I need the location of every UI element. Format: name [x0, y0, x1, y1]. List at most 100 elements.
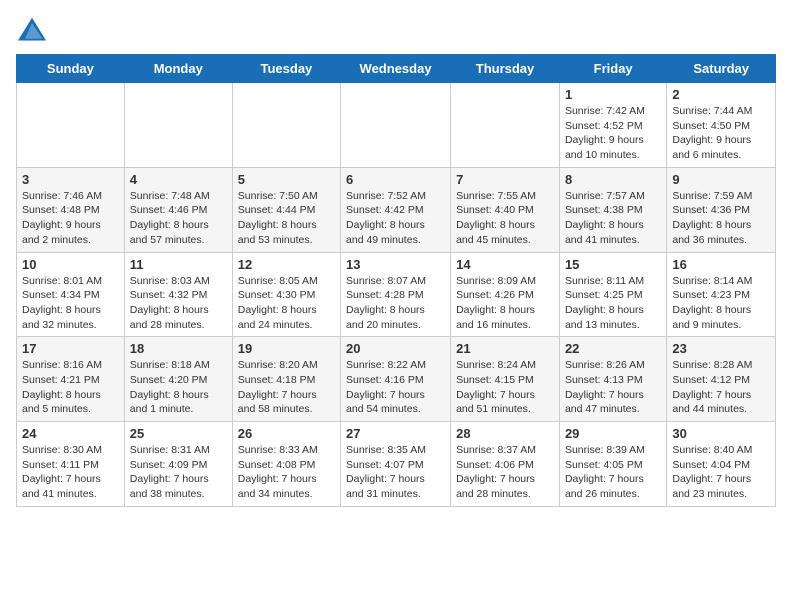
day-number: 8 — [565, 172, 661, 187]
calendar-cell: 24 Sunrise: 8:30 AM Sunset: 4:11 PM Dayli… — [17, 422, 125, 507]
day-info: Sunrise: 8:16 AM Sunset: 4:21 PM Dayligh… — [22, 358, 119, 417]
day-info: Sunrise: 8:01 AM Sunset: 4:34 PM Dayligh… — [22, 274, 119, 333]
day-number: 20 — [346, 341, 445, 356]
day-number: 14 — [456, 257, 554, 272]
day-number: 28 — [456, 426, 554, 441]
logo-icon — [16, 16, 48, 44]
day-info: Sunrise: 7:48 AM Sunset: 4:46 PM Dayligh… — [130, 189, 227, 248]
day-number: 26 — [238, 426, 335, 441]
calendar-cell: 27 Sunrise: 8:35 AM Sunset: 4:07 PM Dayli… — [341, 422, 451, 507]
calendar-cell: 23 Sunrise: 8:28 AM Sunset: 4:12 PM Dayli… — [667, 337, 776, 422]
calendar-table: SundayMondayTuesdayWednesdayThursdayFrid… — [16, 54, 776, 507]
calendar-header: SundayMondayTuesdayWednesdayThursdayFrid… — [17, 55, 776, 83]
day-number: 22 — [565, 341, 661, 356]
calendar-cell: 18 Sunrise: 8:18 AM Sunset: 4:20 PM Dayli… — [124, 337, 232, 422]
day-info: Sunrise: 8:22 AM Sunset: 4:16 PM Dayligh… — [346, 358, 445, 417]
calendar-cell — [232, 83, 340, 168]
calendar-cell: 20 Sunrise: 8:22 AM Sunset: 4:16 PM Dayli… — [341, 337, 451, 422]
day-info: Sunrise: 7:46 AM Sunset: 4:48 PM Dayligh… — [22, 189, 119, 248]
day-info: Sunrise: 8:31 AM Sunset: 4:09 PM Dayligh… — [130, 443, 227, 502]
day-info: Sunrise: 8:05 AM Sunset: 4:30 PM Dayligh… — [238, 274, 335, 333]
day-number: 9 — [672, 172, 770, 187]
day-info: Sunrise: 7:50 AM Sunset: 4:44 PM Dayligh… — [238, 189, 335, 248]
day-number: 29 — [565, 426, 661, 441]
calendar-cell — [124, 83, 232, 168]
day-number: 2 — [672, 87, 770, 102]
day-number: 25 — [130, 426, 227, 441]
day-info: Sunrise: 8:39 AM Sunset: 4:05 PM Dayligh… — [565, 443, 661, 502]
calendar-cell: 21 Sunrise: 8:24 AM Sunset: 4:15 PM Dayli… — [451, 337, 560, 422]
calendar-row-4: 24 Sunrise: 8:30 AM Sunset: 4:11 PM Dayli… — [17, 422, 776, 507]
logo — [16, 16, 52, 44]
day-number: 3 — [22, 172, 119, 187]
day-info: Sunrise: 8:37 AM Sunset: 4:06 PM Dayligh… — [456, 443, 554, 502]
calendar-cell: 19Sunrise: 8:20 AM Sunset: 4:18 PM Dayli… — [232, 337, 340, 422]
header-sunday: Sunday — [17, 55, 125, 83]
day-info: Sunrise: 7:52 AM Sunset: 4:42 PM Dayligh… — [346, 189, 445, 248]
day-number: 17 — [22, 341, 119, 356]
calendar-row-1: 3 Sunrise: 7:46 AM Sunset: 4:48 PM Daylig… — [17, 167, 776, 252]
calendar-cell — [17, 83, 125, 168]
day-number: 23 — [672, 341, 770, 356]
day-info: Sunrise: 7:59 AM Sunset: 4:36 PM Dayligh… — [672, 189, 770, 248]
calendar-cell: 1 Sunrise: 7:42 AM Sunset: 4:52 PM Daylig… — [559, 83, 666, 168]
calendar-cell: 17 Sunrise: 8:16 AM Sunset: 4:21 PM Dayli… — [17, 337, 125, 422]
day-number: 4 — [130, 172, 227, 187]
header-friday: Friday — [559, 55, 666, 83]
calendar-body: 1 Sunrise: 7:42 AM Sunset: 4:52 PM Daylig… — [17, 83, 776, 507]
header-wednesday: Wednesday — [341, 55, 451, 83]
calendar-cell: 10 Sunrise: 8:01 AM Sunset: 4:34 PM Dayli… — [17, 252, 125, 337]
day-number: 18 — [130, 341, 227, 356]
calendar-row-2: 10 Sunrise: 8:01 AM Sunset: 4:34 PM Dayli… — [17, 252, 776, 337]
day-info: Sunrise: 7:42 AM Sunset: 4:52 PM Dayligh… — [565, 104, 661, 163]
calendar-row-0: 1 Sunrise: 7:42 AM Sunset: 4:52 PM Daylig… — [17, 83, 776, 168]
day-info: Sunrise: 8:30 AM Sunset: 4:11 PM Dayligh… — [22, 443, 119, 502]
calendar-cell: 3 Sunrise: 7:46 AM Sunset: 4:48 PM Daylig… — [17, 167, 125, 252]
calendar-cell: 16 Sunrise: 8:14 AM Sunset: 4:23 PM Dayli… — [667, 252, 776, 337]
page-header — [16, 16, 776, 44]
day-number: 10 — [22, 257, 119, 272]
day-info: Sunrise: 8:11 AM Sunset: 4:25 PM Dayligh… — [565, 274, 661, 333]
calendar-cell — [451, 83, 560, 168]
calendar-cell: 11Sunrise: 8:03 AM Sunset: 4:32 PM Dayli… — [124, 252, 232, 337]
day-number: 7 — [456, 172, 554, 187]
day-info: Sunrise: 8:33 AM Sunset: 4:08 PM Dayligh… — [238, 443, 335, 502]
day-number: 21 — [456, 341, 554, 356]
calendar-cell: 25 Sunrise: 8:31 AM Sunset: 4:09 PM Dayli… — [124, 422, 232, 507]
calendar-cell: 30 Sunrise: 8:40 AM Sunset: 4:04 PM Dayli… — [667, 422, 776, 507]
day-number: 15 — [565, 257, 661, 272]
calendar-cell: 29 Sunrise: 8:39 AM Sunset: 4:05 PM Dayli… — [559, 422, 666, 507]
day-info: Sunrise: 8:40 AM Sunset: 4:04 PM Dayligh… — [672, 443, 770, 502]
calendar-row-3: 17 Sunrise: 8:16 AM Sunset: 4:21 PM Dayli… — [17, 337, 776, 422]
calendar-cell: 6 Sunrise: 7:52 AM Sunset: 4:42 PM Daylig… — [341, 167, 451, 252]
day-number: 6 — [346, 172, 445, 187]
day-number: 24 — [22, 426, 119, 441]
day-number: 12 — [238, 257, 335, 272]
day-info: Sunrise: 8:26 AM Sunset: 4:13 PM Dayligh… — [565, 358, 661, 417]
day-info: Sunrise: 8:28 AM Sunset: 4:12 PM Dayligh… — [672, 358, 770, 417]
calendar-cell: 22 Sunrise: 8:26 AM Sunset: 4:13 PM Dayli… — [559, 337, 666, 422]
header-tuesday: Tuesday — [232, 55, 340, 83]
header-row: SundayMondayTuesdayWednesdayThursdayFrid… — [17, 55, 776, 83]
day-info: Sunrise: 8:18 AM Sunset: 4:20 PM Dayligh… — [130, 358, 227, 417]
day-number: 11 — [130, 257, 227, 272]
day-number: 27 — [346, 426, 445, 441]
calendar-cell: 28 Sunrise: 8:37 AM Sunset: 4:06 PM Dayli… — [451, 422, 560, 507]
calendar-cell: 26 Sunrise: 8:33 AM Sunset: 4:08 PM Dayli… — [232, 422, 340, 507]
day-info: Sunrise: 8:14 AM Sunset: 4:23 PM Dayligh… — [672, 274, 770, 333]
calendar-cell: 12 Sunrise: 8:05 AM Sunset: 4:30 PM Dayli… — [232, 252, 340, 337]
day-number: 16 — [672, 257, 770, 272]
calendar-cell — [341, 83, 451, 168]
header-monday: Monday — [124, 55, 232, 83]
calendar-cell: 7Sunrise: 7:55 AM Sunset: 4:40 PM Daylig… — [451, 167, 560, 252]
header-saturday: Saturday — [667, 55, 776, 83]
day-info: Sunrise: 8:35 AM Sunset: 4:07 PM Dayligh… — [346, 443, 445, 502]
calendar-cell: 13Sunrise: 8:07 AM Sunset: 4:28 PM Dayli… — [341, 252, 451, 337]
day-number: 1 — [565, 87, 661, 102]
day-info: Sunrise: 8:24 AM Sunset: 4:15 PM Dayligh… — [456, 358, 554, 417]
day-info: Sunrise: 7:44 AM Sunset: 4:50 PM Dayligh… — [672, 104, 770, 163]
calendar-cell: 15 Sunrise: 8:11 AM Sunset: 4:25 PM Dayli… — [559, 252, 666, 337]
calendar-cell: 9 Sunrise: 7:59 AM Sunset: 4:36 PM Daylig… — [667, 167, 776, 252]
day-number: 30 — [672, 426, 770, 441]
calendar-cell: 5Sunrise: 7:50 AM Sunset: 4:44 PM Daylig… — [232, 167, 340, 252]
